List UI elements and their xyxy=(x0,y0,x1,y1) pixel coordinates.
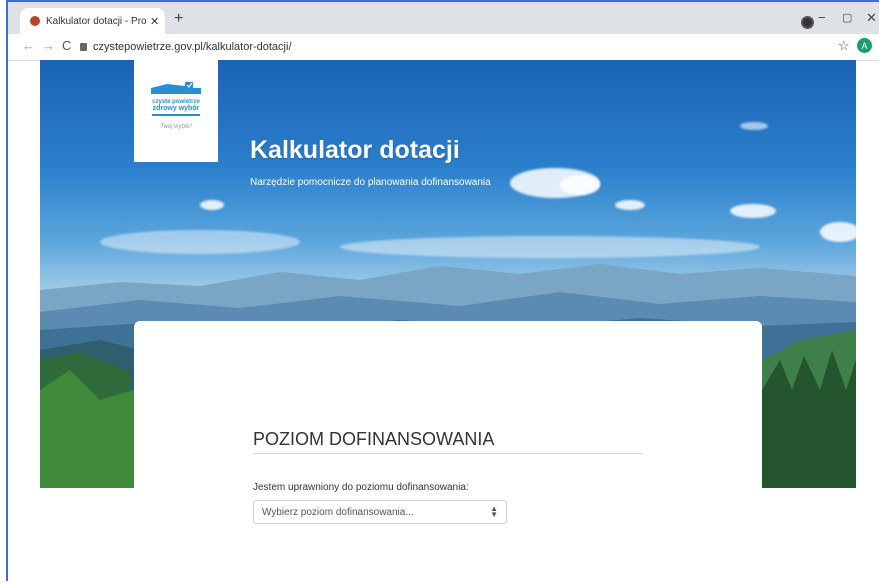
forward-button[interactable]: → xyxy=(42,38,55,53)
logo-tagline: Twój wybór! xyxy=(160,124,192,130)
restore-button[interactable]: ▢ xyxy=(842,11,852,24)
lock-icon xyxy=(80,43,87,51)
section-divider xyxy=(253,453,643,454)
browser-toolbar: ← → C czystepowietrze.gov.pl/kalkulator-… xyxy=(8,34,879,61)
bookmark-star-icon[interactable]: ☆ xyxy=(838,38,850,54)
address-bar[interactable]: czystepowietrze.gov.pl/kalkulator-dotacj… xyxy=(80,37,840,57)
select-placeholder: Wybierz poziom dofinansowania... xyxy=(262,506,414,518)
house-roof-icon xyxy=(151,82,201,94)
record-indicator-icon[interactable] xyxy=(801,16,814,29)
page-title: Kalkulator dotacji xyxy=(250,136,460,164)
url-text: czystepowietrze.gov.pl/kalkulator-dotacj… xyxy=(93,41,292,53)
profile-avatar[interactable]: A xyxy=(857,38,872,53)
logo-text-line2: zdrowy wybór xyxy=(152,105,200,112)
section-title: POZIOM DOFINANSOWANIA xyxy=(253,429,495,449)
tab-strip: Kalkulator dotacji - Program Czy ✕ + − ▢… xyxy=(8,2,879,34)
select-arrows-icon: ▲ ▼ xyxy=(490,504,498,519)
calculator-card: POZIOM DOFINANSOWANIA Jestem uprawniony … xyxy=(134,321,762,583)
new-tab-button[interactable]: + xyxy=(174,10,183,28)
close-tab-icon[interactable]: ✕ xyxy=(150,15,159,28)
window-border-left xyxy=(0,0,8,581)
site-logo[interactable]: czyste powietrze zdrowy wybór Twój wybór… xyxy=(134,60,218,162)
logo-underline xyxy=(152,114,200,116)
funding-level-label: Jestem uprawniony do poziomu dofinansowa… xyxy=(253,482,469,493)
reload-button[interactable]: C xyxy=(62,38,71,53)
page-subtitle: Narzędzie pomocnicze do planowania dofin… xyxy=(250,177,491,188)
favicon-icon xyxy=(30,16,40,26)
funding-level-select[interactable]: Wybierz poziom dofinansowania... ▲ ▼ xyxy=(253,500,507,524)
minimize-button[interactable]: − xyxy=(818,10,826,25)
browser-tab[interactable]: Kalkulator dotacji - Program Czy ✕ xyxy=(20,8,165,34)
close-window-button[interactable]: ✕ xyxy=(866,10,877,26)
tab-title: Kalkulator dotacji - Program Czy xyxy=(46,15,146,27)
back-button[interactable]: ← xyxy=(22,38,35,53)
